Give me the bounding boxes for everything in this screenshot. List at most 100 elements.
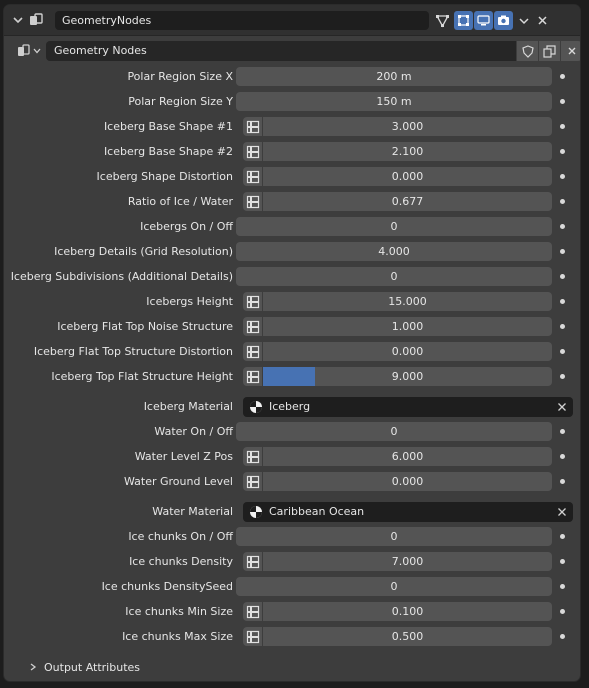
number-field[interactable]: 200 m (236, 67, 552, 86)
keyframe-dot-icon[interactable] (560, 174, 565, 179)
number-field[interactable]: 2.100 (263, 142, 552, 161)
close-icon[interactable] (557, 507, 567, 517)
number-field[interactable]: 1.000 (263, 317, 552, 336)
number-field[interactable]: 7.000 (263, 552, 552, 571)
use-attribute-toggle[interactable] (243, 167, 263, 186)
number-field[interactable]: 15.000 (263, 292, 552, 311)
number-field[interactable]: 0.000 (263, 167, 552, 186)
node-tree-browse-button[interactable] (16, 43, 44, 59)
number-field[interactable]: 0.000 (263, 342, 552, 361)
monitor-icon (477, 15, 490, 26)
number-value: 4.000 (378, 245, 410, 258)
material-field[interactable]: Iceberg (243, 397, 573, 417)
number-field[interactable]: 0 (236, 267, 552, 286)
input-label: Water Material (152, 505, 233, 518)
use-attribute-toggle[interactable] (243, 342, 263, 361)
modifier-name-input[interactable]: GeometryNodes (55, 11, 429, 30)
modifier-panel: GeometryNodes Geometry Nodes Polar Regio… (3, 4, 581, 682)
number-field[interactable]: 150 m (236, 92, 552, 111)
keyframe-dot-icon[interactable] (560, 454, 565, 459)
keyframe-dot-icon[interactable] (560, 149, 565, 154)
shield-icon (521, 44, 534, 58)
keyframe-dot-icon[interactable] (560, 534, 565, 539)
keyframe-dot-icon[interactable] (560, 559, 565, 564)
use-attribute-toggle[interactable] (243, 472, 263, 491)
use-attribute-toggle[interactable] (243, 552, 263, 571)
keyframe-dot-icon[interactable] (560, 634, 565, 639)
keyframe-dot-icon[interactable] (560, 274, 565, 279)
use-attribute-toggle[interactable] (243, 292, 263, 311)
on-cage-toggle[interactable] (454, 11, 473, 30)
collapse-chevron-icon[interactable] (11, 13, 25, 27)
number-value: 0.000 (391, 475, 424, 488)
input-row-icebergs-on-off: Icebergs On / Off 0 (4, 217, 580, 236)
attribute-toggle-icon (246, 320, 259, 333)
number-field[interactable]: 0.100 (263, 602, 552, 621)
number-field[interactable]: 0.677 (263, 192, 552, 211)
input-row-water-level-z-pos: Water Level Z Pos 6.000 (4, 447, 580, 466)
use-attribute-toggle[interactable] (243, 627, 263, 646)
keyframe-dot-icon[interactable] (560, 349, 565, 354)
keyframe-dot-icon[interactable] (560, 479, 565, 484)
number-field[interactable]: 3.000 (263, 117, 552, 136)
use-attribute-toggle[interactable] (243, 142, 263, 161)
keyframe-dot-icon[interactable] (560, 249, 565, 254)
use-attribute-toggle[interactable] (243, 367, 263, 386)
vertex-triangle-icon (435, 15, 450, 28)
close-icon (568, 47, 575, 55)
material-field[interactable]: Caribbean Ocean (243, 502, 573, 522)
input-label: Polar Region Size Y (128, 95, 233, 108)
use-attribute-toggle[interactable] (243, 602, 263, 621)
node-group-name-field[interactable]: Geometry Nodes (46, 41, 520, 61)
attribute-toggle-icon (246, 370, 259, 383)
remove-modifier-button[interactable] (533, 11, 552, 30)
number-field[interactable]: 0.500 (263, 627, 552, 646)
modifier-header: GeometryNodes (4, 5, 580, 36)
modifier-menu-button[interactable] (514, 11, 533, 30)
number-field[interactable]: 6.000 (263, 447, 552, 466)
fake-user-button[interactable] (516, 41, 538, 61)
close-icon[interactable] (557, 402, 567, 412)
realtime-toggle[interactable] (474, 11, 493, 30)
number-field[interactable]: 0 (236, 422, 552, 441)
chevron-right-icon (30, 663, 37, 671)
keyframe-dot-icon[interactable] (560, 609, 565, 614)
number-field[interactable]: 0 (236, 577, 552, 596)
number-value: 0 (390, 220, 398, 233)
number-field[interactable]: 4.000 (236, 242, 552, 261)
number-value: 3.000 (391, 120, 424, 133)
keyframe-dot-icon[interactable] (560, 74, 565, 79)
keyframe-dot-icon[interactable] (560, 374, 565, 379)
keyframe-dot-icon[interactable] (560, 199, 565, 204)
close-icon (538, 16, 547, 25)
material-name: Caribbean Ocean (269, 505, 365, 518)
keyframe-dot-icon[interactable] (560, 324, 565, 329)
render-toggle[interactable] (494, 11, 513, 30)
duplicate-node-group-button[interactable] (538, 41, 560, 61)
input-row-icebergs-height: Icebergs Height 15.000 (4, 292, 580, 311)
use-attribute-toggle[interactable] (243, 317, 263, 336)
keyframe-dot-icon[interactable] (560, 224, 565, 229)
input-row-iceberg-base-shape-2: Iceberg Base Shape #2 2.100 (4, 142, 580, 161)
edit-mode-toggle[interactable] (433, 11, 452, 30)
use-attribute-toggle[interactable] (243, 447, 263, 466)
number-field[interactable]: 0.000 (263, 472, 552, 491)
attribute-toggle-icon (246, 295, 259, 308)
number-field[interactable]: 0 (236, 217, 552, 236)
keyframe-dot-icon[interactable] (560, 124, 565, 129)
output-attributes-subpanel[interactable]: Output Attributes (28, 659, 140, 675)
keyframe-dot-icon[interactable] (560, 584, 565, 589)
keyframe-dot-icon[interactable] (560, 99, 565, 104)
keyframe-dot-icon[interactable] (560, 299, 565, 304)
keyframe-dot-icon[interactable] (560, 429, 565, 434)
number-value: 0.100 (391, 605, 424, 618)
use-attribute-toggle[interactable] (243, 117, 263, 136)
number-field[interactable]: 9.000 (263, 367, 552, 386)
material-name: Iceberg (269, 400, 311, 413)
unlink-node-group-button[interactable] (560, 41, 580, 61)
number-value: 9.000 (391, 370, 424, 383)
use-attribute-toggle[interactable] (243, 192, 263, 211)
number-field[interactable]: 0 (236, 527, 552, 546)
attribute-toggle-icon (246, 345, 259, 358)
input-label: Ice chunks DensitySeed (101, 580, 233, 593)
